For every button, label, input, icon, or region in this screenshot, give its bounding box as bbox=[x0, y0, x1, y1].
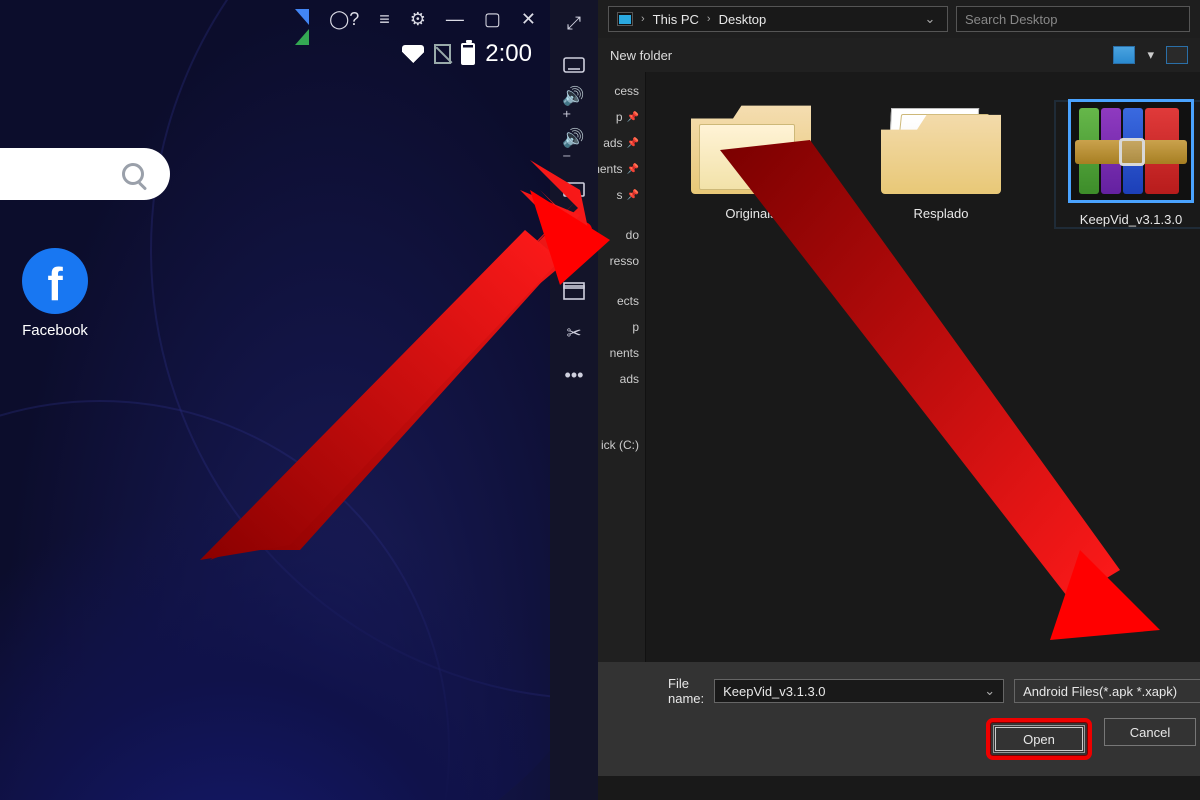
pin-icon: 📌 bbox=[627, 164, 639, 175]
nav-item[interactable]: resso bbox=[598, 248, 645, 274]
emulator-window-titlebar: ◯? ≡ ⚙ — ▢ ✕ bbox=[281, 0, 550, 38]
breadcrumb-segment[interactable]: Desktop bbox=[719, 12, 767, 27]
nav-item[interactable]: ads📌 bbox=[598, 130, 645, 156]
breadcrumb-segment[interactable]: This PC bbox=[653, 12, 699, 27]
dialog-toolbar: New folder ▾ bbox=[598, 38, 1200, 72]
install-apk-button[interactable]: APK bbox=[556, 222, 592, 260]
file-manager-icon[interactable] bbox=[562, 280, 586, 302]
fullscreen-icon[interactable]: ⤢ bbox=[562, 12, 586, 34]
folder-item[interactable]: Originals bbox=[676, 102, 826, 221]
facebook-icon: f bbox=[22, 248, 88, 314]
chevron-right-icon: › bbox=[641, 13, 645, 25]
folder-icon bbox=[881, 102, 1001, 194]
home-search-bar[interactable] bbox=[0, 148, 170, 200]
chevron-right-icon: › bbox=[707, 13, 711, 25]
nav-item[interactable]: p bbox=[598, 314, 645, 340]
search-placeholder: Search Desktop bbox=[965, 12, 1058, 27]
file-name-value: KeepVid_v3.1.3.0 bbox=[723, 684, 825, 699]
this-pc-icon bbox=[617, 12, 633, 26]
folder-item[interactable]: Resplado bbox=[866, 102, 1016, 221]
pin-icon: 📌 bbox=[627, 112, 639, 123]
file-name-label: File name: bbox=[668, 676, 704, 706]
settings-gear-icon[interactable]: ⚙ bbox=[410, 9, 426, 30]
chevron-down-icon[interactable]: ⌄ bbox=[921, 11, 939, 27]
file-name-input[interactable]: KeepVid_v3.1.3.0 ⌄ bbox=[714, 679, 1004, 703]
folder-icon bbox=[691, 102, 811, 194]
chevron-down-icon[interactable]: ⌄ bbox=[984, 683, 995, 699]
nav-item[interactable]: nents📌 bbox=[598, 156, 645, 182]
hamburger-icon[interactable]: ≡ bbox=[379, 9, 390, 30]
no-sim-icon bbox=[434, 44, 451, 64]
navigation-pane[interactable]: cess p📌 ads📌 nents📌 s📌 do resso ects p n… bbox=[598, 72, 646, 662]
nav-item[interactable]: ick (C:) bbox=[598, 432, 645, 458]
search-icon bbox=[122, 163, 144, 185]
search-input[interactable]: Search Desktop bbox=[956, 6, 1190, 32]
chevron-down-icon[interactable]: ▾ bbox=[1147, 47, 1154, 63]
file-label: Originals bbox=[676, 206, 826, 221]
nav-item[interactable]: ads bbox=[598, 366, 645, 392]
file-type-dropdown[interactable]: Android Files(*.apk *.xapk) bbox=[1014, 679, 1200, 703]
nav-item[interactable]: ects bbox=[598, 288, 645, 314]
apk-icon: APK bbox=[563, 230, 585, 252]
volume-up-icon[interactable]: 🔊⁺ bbox=[562, 96, 586, 118]
file-item-selected[interactable]: KeepVid_v3.1.3.0 bbox=[1056, 102, 1200, 227]
nav-item[interactable]: p📌 bbox=[598, 104, 645, 130]
file-type-value: Android Files(*.apk *.xapk) bbox=[1023, 684, 1177, 699]
emulator-home-screen: ◯? ≡ ⚙ — ▢ ✕ 2:00 f Facebook bbox=[0, 0, 550, 800]
nav-item[interactable]: s📌 bbox=[598, 182, 645, 208]
keyboard-icon[interactable] bbox=[562, 54, 586, 76]
android-status-bar: 2:00 bbox=[402, 40, 532, 68]
wifi-icon bbox=[402, 45, 424, 63]
pin-icon: 📌 bbox=[627, 190, 639, 201]
file-list[interactable]: Originals Resplado KeepVid_v3.1.3.0 bbox=[646, 72, 1200, 662]
dialog-address-bar-row: › This PC › Desktop ⌄ Search Desktop bbox=[598, 0, 1200, 38]
view-mode-button[interactable] bbox=[1113, 46, 1135, 64]
nav-quick-access[interactable]: cess bbox=[598, 78, 645, 104]
open-button-highlight: Open bbox=[986, 718, 1092, 760]
more-icon[interactable]: ••• bbox=[562, 364, 586, 386]
dialog-footer: File name: KeepVid_v3.1.3.0 ⌄ Android Fi… bbox=[598, 662, 1200, 776]
battery-icon bbox=[461, 43, 475, 65]
preview-pane-button[interactable] bbox=[1166, 46, 1188, 64]
new-folder-button[interactable]: New folder bbox=[610, 48, 672, 63]
file-label: Resplado bbox=[866, 206, 1016, 221]
archive-icon bbox=[1071, 102, 1191, 200]
file-label: KeepVid_v3.1.3.0 bbox=[1056, 212, 1200, 227]
app-label: Facebook bbox=[22, 322, 88, 339]
nav-item[interactable]: nents bbox=[598, 340, 645, 366]
play-store-icon[interactable] bbox=[295, 9, 309, 30]
app-shortcut-facebook[interactable]: f Facebook bbox=[22, 248, 88, 339]
breadcrumb[interactable]: › This PC › Desktop ⌄ bbox=[608, 6, 948, 32]
emulator-side-toolbar: ⤢ 🔊⁺ 🔊⁻ APK ✂ ••• bbox=[550, 0, 598, 800]
close-icon[interactable]: ✕ bbox=[521, 9, 536, 30]
display-icon[interactable] bbox=[562, 180, 586, 202]
minimize-icon[interactable]: — bbox=[446, 9, 464, 30]
pin-icon: 📌 bbox=[627, 138, 639, 149]
volume-down-icon[interactable]: 🔊⁻ bbox=[562, 138, 586, 160]
open-button[interactable]: Open bbox=[993, 725, 1085, 753]
maximize-icon[interactable]: ▢ bbox=[484, 9, 501, 30]
help-icon[interactable]: ◯? bbox=[329, 9, 359, 30]
nav-item[interactable]: do bbox=[598, 222, 645, 248]
cancel-button[interactable]: Cancel bbox=[1104, 718, 1196, 746]
file-open-dialog: › This PC › Desktop ⌄ Search Desktop New… bbox=[598, 0, 1200, 800]
scissors-icon[interactable]: ✂ bbox=[562, 322, 586, 344]
clock-text: 2:00 bbox=[485, 40, 532, 68]
